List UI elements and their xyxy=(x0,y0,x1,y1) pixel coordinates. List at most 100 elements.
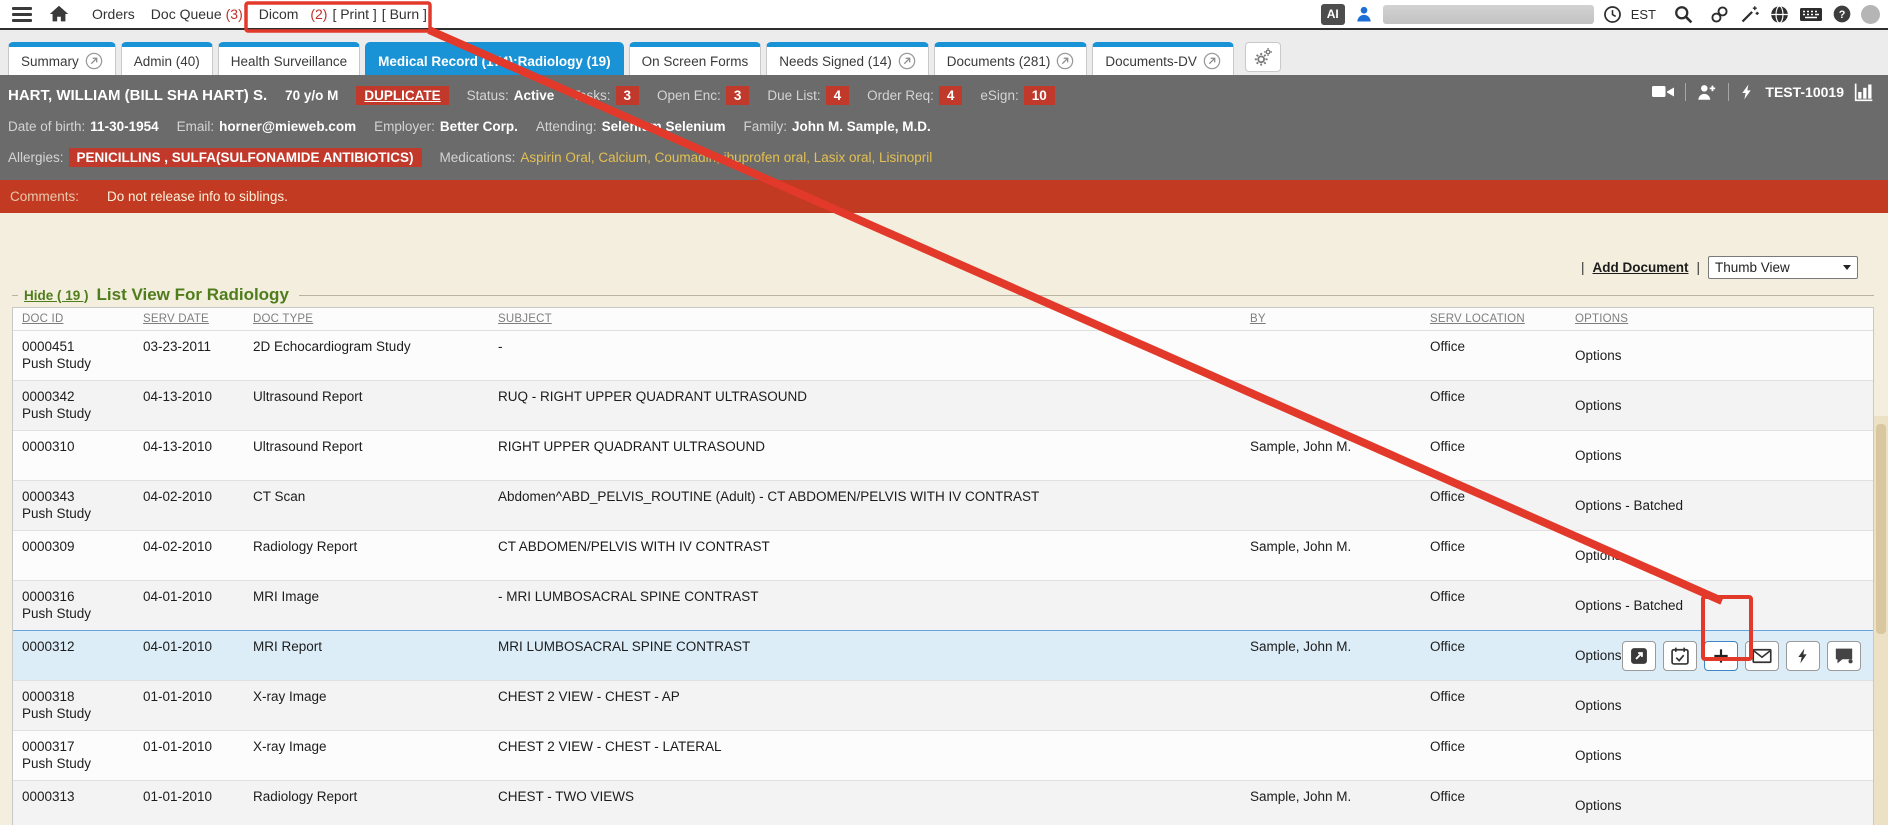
table-row[interactable]: 0000310 04-13-2010 Ultrasound Report RIG… xyxy=(13,430,1873,480)
lightning-icon[interactable] xyxy=(1739,82,1755,102)
options-cell: Options xyxy=(1566,781,1873,825)
counter-order-req[interactable]: Order Req:4 xyxy=(867,86,962,105)
tab-medical-record-radiology[interactable]: Medical Record (174):Radiology (19) xyxy=(365,42,624,75)
lightning-icon xyxy=(1795,646,1811,666)
clock-icon[interactable] xyxy=(1603,5,1622,24)
globe-icon[interactable] xyxy=(1769,4,1790,25)
serv-date-cell: 01-01-2010 xyxy=(134,731,244,780)
doc-id-cell: 0000317Push Study xyxy=(13,731,134,780)
patient-name: HART, WILLIAM (BILL SHA HART) S. xyxy=(8,87,267,104)
serv-date-cell: 04-01-2010 xyxy=(134,631,244,680)
keyboard-icon[interactable] xyxy=(1799,4,1823,24)
doc-type-cell: 2D Echocardiogram Study xyxy=(244,331,489,380)
table-row[interactable]: 0000343Push Study 04-02-2010 CT Scan Abd… xyxy=(13,480,1873,530)
counter-due-list[interactable]: Due List:4 xyxy=(767,86,849,105)
serv-date-cell: 03-23-2011 xyxy=(134,331,244,380)
external-link-icon xyxy=(85,52,103,70)
counter-esign[interactable]: eSign:10 xyxy=(980,86,1054,105)
hamburger-menu-icon[interactable] xyxy=(12,7,32,22)
chevron-down-icon xyxy=(1843,265,1851,270)
view-mode-select[interactable]: Thumb View xyxy=(1708,256,1858,279)
options-link[interactable]: Options xyxy=(1575,447,1622,464)
table-row[interactable]: 0000316Push Study 04-01-2010 MRI Image -… xyxy=(13,580,1873,630)
counter-tasks[interactable]: Tasks:3 xyxy=(572,86,639,105)
header-options[interactable]: OPTIONS xyxy=(1566,313,1873,325)
add-person-icon[interactable] xyxy=(1696,82,1718,102)
header-serv-date[interactable]: SERV DATE xyxy=(134,313,244,325)
options-link[interactable]: Options xyxy=(1575,797,1622,814)
doc-id-cell: 0000313 xyxy=(13,781,134,825)
scrollbar-thumb[interactable] xyxy=(1876,424,1886,634)
serv-date-cell: 04-01-2010 xyxy=(134,581,244,630)
options-link[interactable]: Options - Batched xyxy=(1575,597,1683,614)
header-by[interactable]: BY xyxy=(1241,313,1421,325)
header-doc-type[interactable]: DOC TYPE xyxy=(244,313,489,325)
options-link[interactable]: Options xyxy=(1575,647,1622,664)
home-icon[interactable] xyxy=(48,3,70,25)
table-row[interactable]: 0000342Push Study 04-13-2010 Ultrasound … xyxy=(13,380,1873,430)
radiology-document-table: DOC ID SERV DATE DOC TYPE SUBJECT BY SER… xyxy=(12,307,1874,825)
header-serv-location[interactable]: SERV LOCATION xyxy=(1421,313,1566,325)
table-row[interactable]: 0000318Push Study 01-01-2010 X-ray Image… xyxy=(13,680,1873,730)
user-icon[interactable] xyxy=(1354,4,1374,24)
tab-documents-dv[interactable]: Documents-DV xyxy=(1092,42,1234,75)
doc-type-cell: X-ray Image xyxy=(244,681,489,730)
tab-documents[interactable]: Documents (281) xyxy=(934,42,1088,75)
subject-cell: RUQ - RIGHT UPPER QUADRANT ULTRASOUND xyxy=(489,381,1241,430)
table-row[interactable]: 0000451Push Study 03-23-2011 2D Echocard… xyxy=(13,330,1873,380)
table-row[interactable]: 0000312 04-01-2010 MRI Report MRI LUMBOS… xyxy=(13,630,1873,680)
add-to-dicom-button[interactable] xyxy=(1704,641,1738,671)
doc-id-cell: 0000312 xyxy=(13,631,134,680)
wand-icon[interactable] xyxy=(1739,4,1760,25)
vertical-scrollbar[interactable] xyxy=(1874,416,1888,825)
table-row[interactable]: 0000309 04-02-2010 Radiology Report CT A… xyxy=(13,530,1873,580)
help-icon[interactable]: ? xyxy=(1832,4,1852,24)
counter-open-enc[interactable]: Open Enc:3 xyxy=(657,86,749,105)
nav-dicom-burn[interactable]: [ Burn ] xyxy=(382,6,427,22)
subject-cell: CT ABDOMEN/PELVIS WITH IV CONTRAST xyxy=(489,531,1241,580)
table-row[interactable]: 0000313 01-01-2010 Radiology Report CHES… xyxy=(13,780,1873,825)
table-row[interactable]: 0000317Push Study 01-01-2010 X-ray Image… xyxy=(13,730,1873,780)
nav-doc-queue[interactable]: Doc Queue(3) xyxy=(151,6,243,22)
hide-list-link[interactable]: Hide ( 19 ) xyxy=(24,288,89,303)
plus-icon xyxy=(1711,646,1731,666)
doc-id-cell: 0000451Push Study xyxy=(13,331,134,380)
header-subject[interactable]: SUBJECT xyxy=(489,313,1241,325)
tab-admin[interactable]: Admin (40) xyxy=(121,42,213,75)
options-link[interactable]: Options xyxy=(1575,347,1622,364)
tab-needs-signed[interactable]: Needs Signed (14) xyxy=(766,42,929,75)
search-icon[interactable] xyxy=(1673,4,1694,25)
tab-health-surveillance[interactable]: Health Surveillance xyxy=(218,42,360,75)
open-external-button[interactable] xyxy=(1622,641,1656,671)
nav-orders[interactable]: Orders xyxy=(92,6,135,22)
video-camera-icon[interactable] xyxy=(1651,82,1675,102)
options-link[interactable]: Options xyxy=(1575,397,1622,414)
push-study-label: Push Study xyxy=(22,755,130,772)
push-study-label: Push Study xyxy=(22,605,130,622)
options-link[interactable]: Options - Batched xyxy=(1575,497,1683,514)
add-document-link[interactable]: Add Document xyxy=(1592,260,1688,275)
tab-summary[interactable]: Summary xyxy=(8,42,116,75)
options-link[interactable]: Options xyxy=(1575,697,1622,714)
duplicate-badge[interactable]: DUPLICATE xyxy=(356,86,448,105)
options-link[interactable]: Options xyxy=(1575,747,1622,764)
serv-date-cell: 01-01-2010 xyxy=(134,781,244,825)
serv-location-cell: Office xyxy=(1421,681,1566,730)
tab-on-screen-forms[interactable]: On Screen Forms xyxy=(629,42,762,75)
ai-badge[interactable]: AI xyxy=(1321,4,1345,25)
redacted-username xyxy=(1383,5,1594,24)
quick-action-button[interactable] xyxy=(1786,641,1820,671)
separator: | xyxy=(1581,260,1585,275)
link-icon[interactable] xyxy=(1709,4,1730,25)
gears-icon xyxy=(1252,46,1274,68)
order-req-count-badge: 4 xyxy=(939,86,963,105)
bar-chart-icon[interactable] xyxy=(1854,82,1874,102)
nav-dicom-print[interactable]: [ Print ] xyxy=(332,6,376,22)
calendar-button[interactable] xyxy=(1663,641,1697,671)
email-button[interactable] xyxy=(1745,641,1779,671)
comment-button[interactable] xyxy=(1827,641,1861,671)
nav-dicom[interactable]: Dicom (2) xyxy=(259,6,328,22)
options-link[interactable]: Options xyxy=(1575,547,1622,564)
header-doc-id[interactable]: DOC ID xyxy=(13,313,134,325)
tab-settings-button[interactable] xyxy=(1245,42,1281,72)
